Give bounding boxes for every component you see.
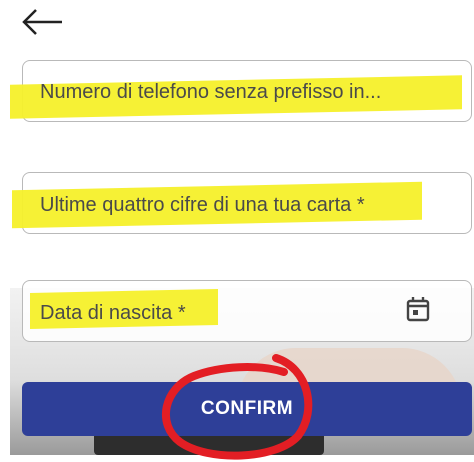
confirm-button[interactable]: CONFIRM xyxy=(22,382,472,436)
calendar-icon[interactable] xyxy=(404,295,432,323)
phone-placeholder: Numero di telefono senza prefisso in... xyxy=(40,81,382,103)
required-asterisk: * xyxy=(177,302,186,324)
card-digits-text: Ultime quattro cifre di una tua carta xyxy=(40,194,352,216)
back-button[interactable] xyxy=(20,6,68,38)
birthdate-placeholder: Data di nascita * xyxy=(40,301,186,325)
arrow-left-icon xyxy=(22,9,62,35)
birthdate-text: Data di nascita xyxy=(40,302,173,324)
required-asterisk: * xyxy=(356,194,365,216)
card-digits-placeholder: Ultime quattro cifre di una tua carta * xyxy=(40,193,365,217)
